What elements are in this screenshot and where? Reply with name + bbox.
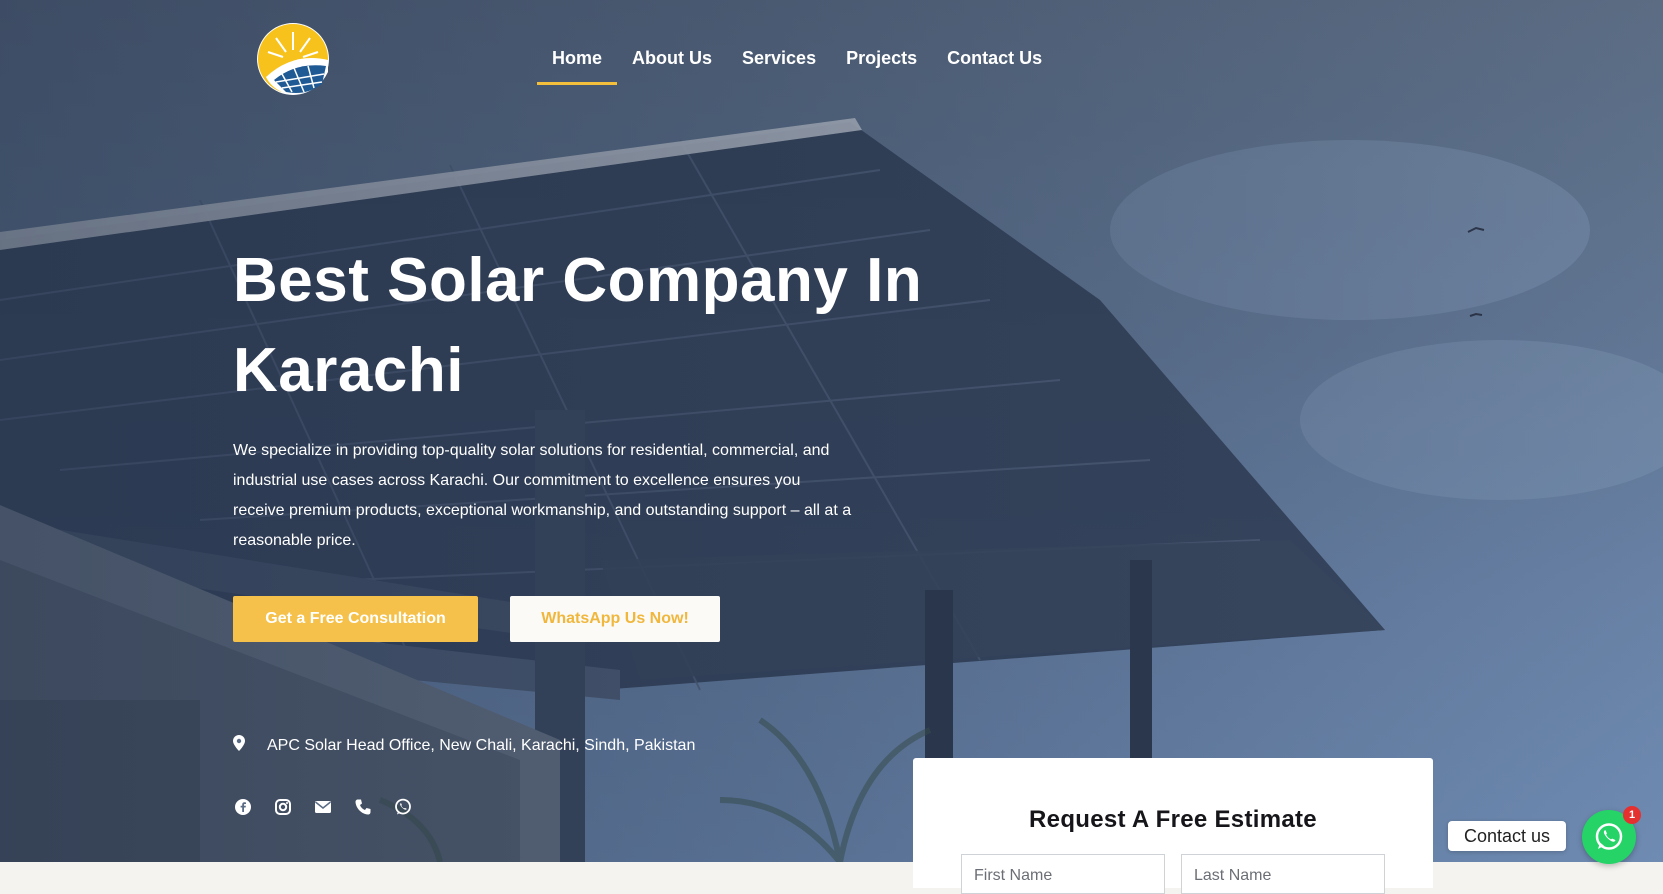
nav-contact-us[interactable]: Contact Us bbox=[932, 44, 1057, 85]
facebook-icon[interactable] bbox=[233, 797, 253, 817]
estimate-form-card: Request A Free Estimate First Name Last … bbox=[913, 758, 1433, 894]
map-pin-icon bbox=[233, 735, 245, 756]
first-name-field[interactable]: First Name bbox=[961, 854, 1165, 894]
email-icon[interactable] bbox=[313, 797, 333, 817]
whatsapp-icon[interactable] bbox=[393, 797, 413, 817]
instagram-icon[interactable] bbox=[273, 797, 293, 817]
social-links bbox=[233, 797, 413, 817]
office-address: APC Solar Head Office, New Chali, Karach… bbox=[233, 735, 695, 756]
nav-home[interactable]: Home bbox=[537, 44, 618, 85]
estimate-form-title: Request A Free Estimate bbox=[1029, 806, 1317, 833]
nav-projects[interactable]: Projects bbox=[831, 44, 932, 85]
address-text: APC Solar Head Office, New Chali, Karach… bbox=[267, 736, 696, 754]
company-logo[interactable] bbox=[256, 22, 330, 96]
phone-icon[interactable] bbox=[353, 797, 373, 817]
hero-section bbox=[0, 0, 1663, 862]
nav-services[interactable]: Services bbox=[727, 44, 831, 85]
main-navigation: Home About Us Services Projects Contact … bbox=[537, 44, 1057, 85]
nav-about-us[interactable]: About Us bbox=[617, 44, 727, 85]
free-consultation-button[interactable]: Get a Free Consultation bbox=[233, 596, 478, 642]
whatsapp-chat-icon bbox=[1595, 823, 1623, 850]
hero-description: We specialize in providing top-quality s… bbox=[233, 442, 852, 549]
last-name-field[interactable]: Last Name bbox=[1181, 854, 1385, 894]
whatsapp-us-button[interactable]: WhatsApp Us Now! bbox=[510, 596, 720, 642]
contact-us-chat-label[interactable]: Contact us bbox=[1448, 821, 1567, 851]
notification-badge: 1 bbox=[1623, 806, 1641, 824]
hero-overlay bbox=[0, 0, 1663, 862]
hero-title: Best Solar Company In Karachi bbox=[233, 246, 923, 405]
